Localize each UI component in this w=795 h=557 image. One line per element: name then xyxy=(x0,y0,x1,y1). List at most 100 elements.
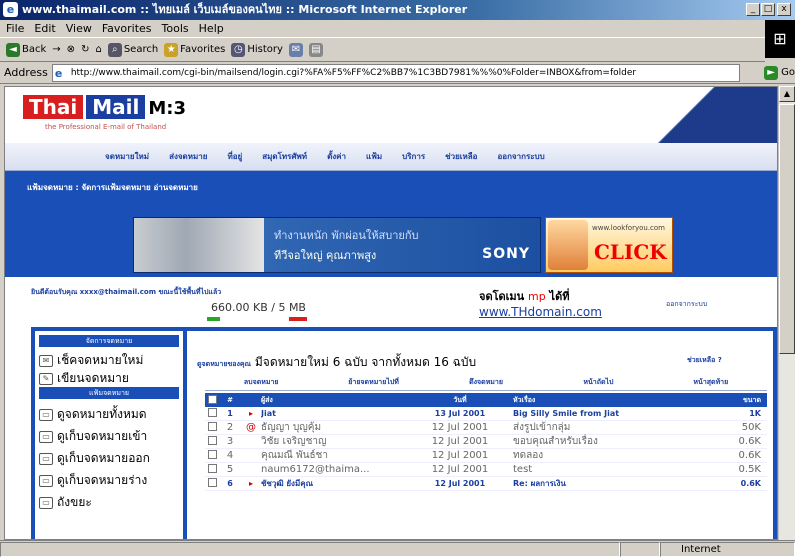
menu-help[interactable]: Help xyxy=(199,22,224,35)
sidebar-item-trash[interactable]: ▭ ถังขยะ xyxy=(39,493,183,512)
table-row[interactable]: 5 naum6172@thaima... 12 Jul 2001 test 0.5K xyxy=(205,463,767,477)
mail-button[interactable]: ✉ xyxy=(288,42,303,57)
col-date[interactable]: วันที่ xyxy=(413,395,507,406)
row-from[interactable]: ธัญญา บุญคุ้ม xyxy=(261,420,413,435)
scroll-up-icon[interactable]: ▲ xyxy=(779,86,795,102)
col-subject[interactable]: หัวเรื่อง xyxy=(507,395,707,406)
domain-ad-text: จดโดเมน mp ได้ที่ xyxy=(479,290,570,303)
sidebar-item-check-mail[interactable]: ✉ เช็คจดหมายใหม่ xyxy=(39,351,183,370)
action-move[interactable]: ย้ายจดหมายไปที่ xyxy=(317,377,430,391)
table-row[interactable]: 3 วิชัย เจริญชาญ 12 Jul 2001 ขอบคุณสำหรับเร… xyxy=(205,435,767,449)
nav-item-folders[interactable]: แฟ้ม xyxy=(366,150,382,163)
action-fetch[interactable]: ดึงจดหมาย xyxy=(429,377,543,391)
menu-edit[interactable]: Edit xyxy=(34,22,55,35)
logout-link[interactable]: ออกจากระบบ xyxy=(666,299,707,310)
sidebar-item-all-mail[interactable]: ▭ ดูจดหมายทั้งหมด xyxy=(39,405,183,424)
action-next-page[interactable]: หน้าถัดไป xyxy=(542,377,655,391)
go-button[interactable]: ► Go xyxy=(764,65,795,80)
favorites-button[interactable]: ★ Favorites xyxy=(164,42,225,57)
row-checkbox[interactable] xyxy=(205,478,219,489)
col-num: # xyxy=(227,396,233,404)
help-link[interactable]: ช่วยเหลือ ? xyxy=(687,355,722,366)
nav-item-settings[interactable]: ตั้งค่า xyxy=(327,150,346,163)
row-from[interactable]: naum6172@thaima... xyxy=(261,464,413,475)
menu-tools[interactable]: Tools xyxy=(162,22,189,35)
maximize-button[interactable]: □ xyxy=(761,3,775,16)
refresh-button[interactable]: ↻ xyxy=(81,44,89,55)
row-subject[interactable]: ส่งรูปเข้ากลุ่ม xyxy=(507,420,707,435)
row-subject[interactable]: ขอบคุณสำหรับเรื่อง xyxy=(507,434,707,449)
row-subject[interactable]: Big Silly Smile from Jiat xyxy=(507,409,707,418)
back-button[interactable]: ◄ Back xyxy=(6,42,46,57)
history-button[interactable]: ◷ History xyxy=(231,42,283,57)
banner-line-1: ทำงานหนัก พักผ่อนให้สบายกับ xyxy=(274,229,419,242)
ad-url: www.lookforyou.com xyxy=(592,224,665,232)
minimize-button[interactable]: _ xyxy=(746,3,760,16)
row-from[interactable]: วิชัย เจริญชาญ xyxy=(261,434,413,449)
banner-photo xyxy=(134,218,264,272)
row-checkbox[interactable] xyxy=(205,408,219,419)
folder-icon: ▭ xyxy=(39,408,53,421)
action-last-page[interactable]: หน้าสุดท้าย xyxy=(654,377,768,391)
ad-person-image xyxy=(548,220,588,270)
thaimail-logo[interactable]: Thai Mail M:3 xyxy=(23,95,186,119)
menu-favorites[interactable]: Favorites xyxy=(102,22,152,35)
menu-view[interactable]: View xyxy=(66,22,92,35)
col-from[interactable]: ผู้ส่ง xyxy=(261,395,413,406)
table-row[interactable]: 1 ▸ Jiat 13 Jul 2001 Big Silly Smile from Ji… xyxy=(205,407,767,421)
sidebar-item-inbox[interactable]: ▭ ดูเก็บจดหมายเข้า xyxy=(39,427,183,446)
row-subject[interactable]: test xyxy=(507,464,707,475)
nav-item-phonebook[interactable]: สมุดโทรศัพท์ xyxy=(262,150,307,163)
select-all-checkbox[interactable] xyxy=(205,394,219,406)
row-checkbox[interactable] xyxy=(205,449,219,462)
close-button[interactable]: x xyxy=(777,3,791,16)
status-text xyxy=(0,541,620,557)
folder-icon: ▭ xyxy=(39,452,53,465)
action-delete[interactable]: ลบจดหมาย xyxy=(205,377,318,391)
row-checkbox[interactable] xyxy=(205,463,219,476)
nav-item-services[interactable]: บริการ xyxy=(402,150,425,163)
address-input[interactable]: e http://www.thaimail.com/cgi-bin/mailse… xyxy=(51,63,741,82)
nav-item-compose[interactable]: ส่งจดหมาย xyxy=(169,150,207,163)
print-button[interactable]: ▤ xyxy=(308,42,323,57)
scroll-thumb[interactable] xyxy=(779,104,795,354)
menu-file[interactable]: File xyxy=(6,22,24,35)
row-size: 0.6K xyxy=(740,479,761,488)
sidebar-item-compose[interactable]: ✎ เขียนจดหมาย xyxy=(39,369,183,388)
top-nav: จดหมายใหม่ ส่งจดหมาย ที่อยู่ สมุดโทรศัพท… xyxy=(5,143,777,171)
mail-icon: ✉ xyxy=(288,42,303,57)
col-size[interactable]: ขนาด xyxy=(707,395,767,406)
row-num: 6 xyxy=(227,479,233,488)
click-banner-ad[interactable]: www.lookforyou.com CLICK xyxy=(545,217,673,273)
row-from[interactable]: ชัชวุฒิ ยังมีคุณ xyxy=(261,477,413,490)
home-button[interactable]: ⌂ xyxy=(95,44,101,55)
table-row[interactable]: 4 คุณมณี พันธ์ชา 12 Jul 2001 ทดลอง 0.6K xyxy=(205,449,767,463)
row-checkbox[interactable] xyxy=(205,435,219,448)
domain-link[interactable]: www.THdomain.com xyxy=(479,305,602,319)
summary-label: ดูจดหมายของคุณ xyxy=(197,360,252,368)
nav-item-address[interactable]: ที่อยู่ xyxy=(227,150,242,163)
row-from[interactable]: คุณมณี พันธ์ชา xyxy=(261,448,413,463)
row-subject[interactable]: ทดลอง xyxy=(507,448,707,463)
nav-item-new-mail[interactable]: จดหมายใหม่ xyxy=(105,150,149,163)
summary-text: มีจดหมายใหม่ 6 ฉบับ จากทั้งหมด 16 ฉบับ xyxy=(254,355,477,369)
row-checkbox[interactable] xyxy=(205,421,219,434)
row-from[interactable]: Jiat xyxy=(261,409,413,418)
nav-item-logout[interactable]: ออกจากระบบ xyxy=(497,150,544,163)
window-title-bar[interactable]: e www.thaimail.com :: ไทยเมล์ เว็บเมล์ขอ… xyxy=(0,0,795,20)
sidebar-item-drafts[interactable]: ▭ ดูเก็บจดหมายร่าง xyxy=(39,471,183,490)
row-num: 4 xyxy=(226,450,234,461)
sony-banner-ad[interactable]: ทำงานหนัก พักผ่อนให้สบายกับ ทีวีจอใหญ่ ค… xyxy=(133,217,541,273)
address-label: Address xyxy=(4,66,48,79)
row-num: 2 xyxy=(226,422,234,433)
forward-button[interactable]: → xyxy=(52,44,60,55)
sidebar-item-outbox[interactable]: ▭ ดูเก็บจดหมายออก xyxy=(39,449,183,468)
search-button[interactable]: ⌕ Search xyxy=(107,42,158,57)
mail-actions: ลบจดหมาย ย้ายจดหมายไปที่ ดึงจดหมาย หน้าถ… xyxy=(205,377,768,391)
row-subject[interactable]: Re: ผลการเงิน xyxy=(507,477,707,490)
table-row[interactable]: 6 ▸ ชัชวุฒิ ยังมีคุณ 12 Jul 2001 Re: ผลการเง… xyxy=(205,477,767,491)
vertical-scrollbar[interactable]: ▲ xyxy=(778,86,795,540)
stop-button[interactable]: ⊗ xyxy=(67,44,75,55)
table-row[interactable]: 2 @ ธัญญา บุญคุ้ม 12 Jul 2001 ส่งรูปเข้ากลุ่… xyxy=(205,421,767,435)
nav-item-help[interactable]: ช่วยเหลือ xyxy=(445,150,477,163)
